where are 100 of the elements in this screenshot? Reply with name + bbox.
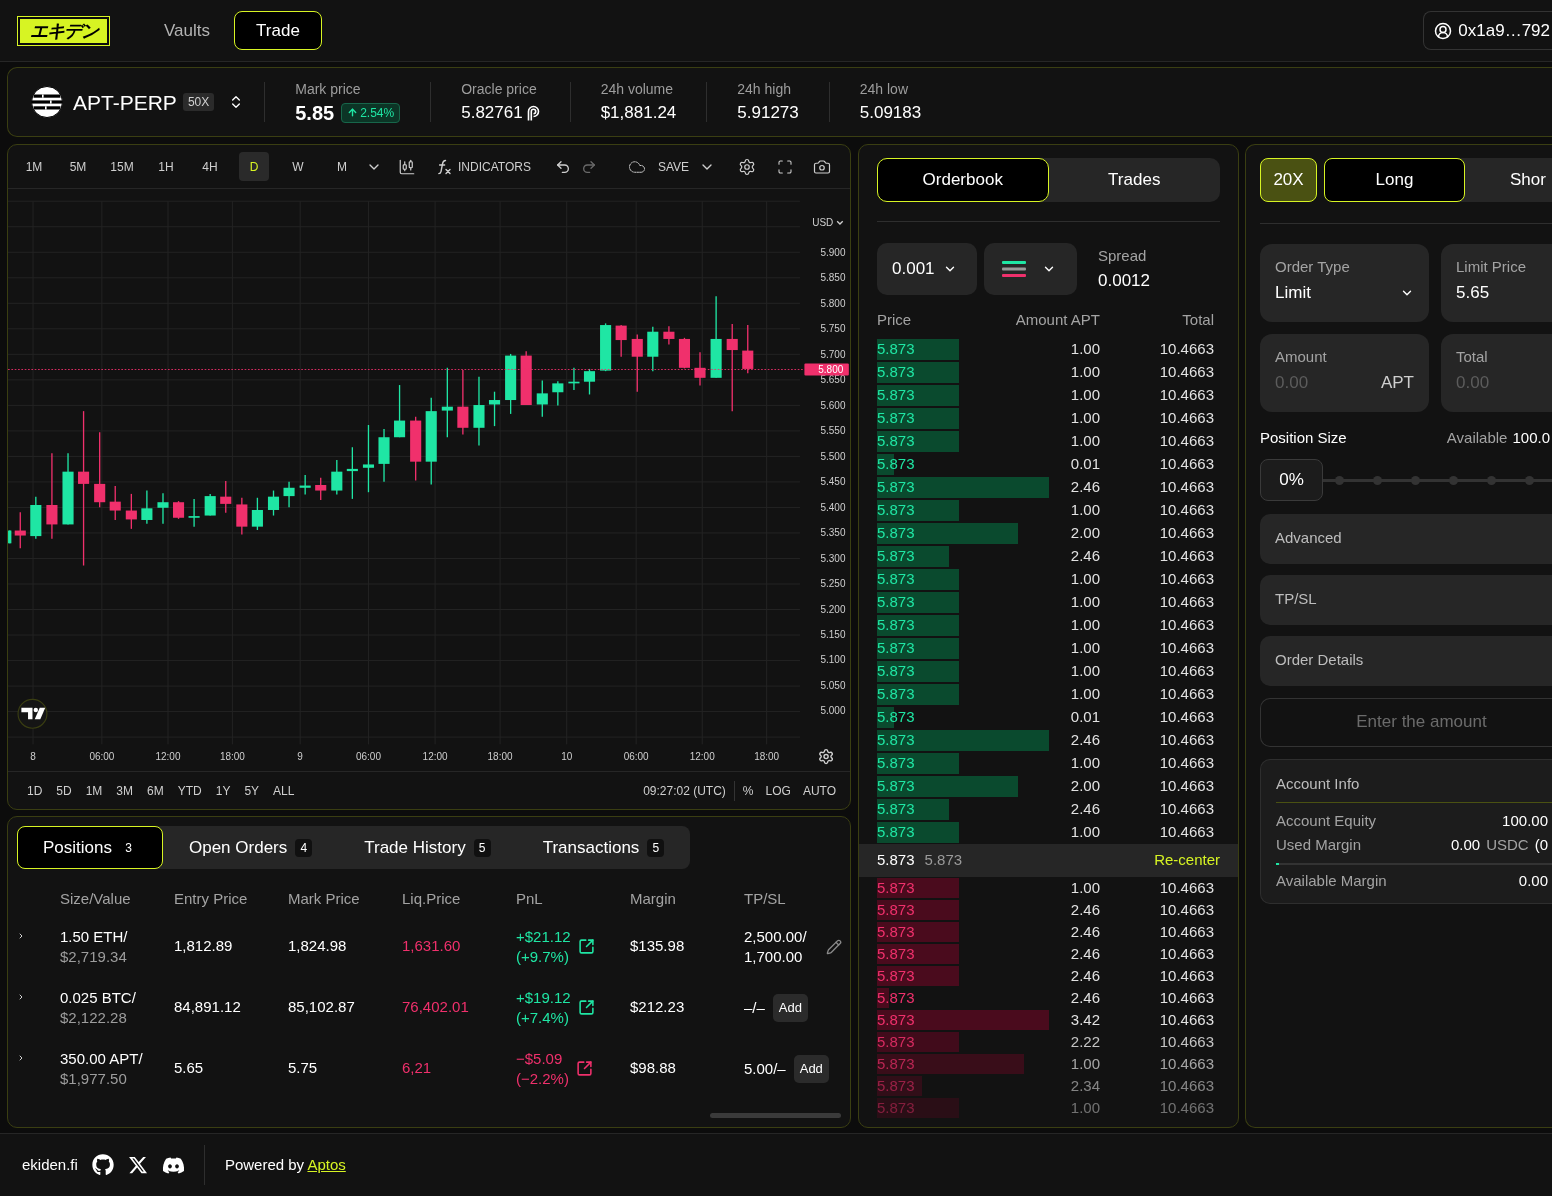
chart-logo-icon[interactable] <box>17 698 48 729</box>
orderbook-row[interactable]: 5.873 1.00 10.4663 <box>877 614 1220 637</box>
orderbook-row[interactable]: 5.873 2.00 10.4663 <box>877 775 1220 798</box>
orderbook-row[interactable]: 5.873 2.46 10.4663 <box>877 921 1220 943</box>
logo[interactable]: エキデン <box>18 16 109 45</box>
share-icon[interactable] <box>575 1060 593 1077</box>
range-button[interactable]: 1M <box>81 781 107 800</box>
range-button[interactable]: 5Y <box>240 781 264 800</box>
orderbook-row[interactable]: 5.873 2.46 10.4663 <box>877 899 1220 921</box>
undo-icon[interactable] <box>554 158 571 175</box>
orderbook-tab[interactable]: Orderbook <box>877 158 1049 202</box>
orderbook-row[interactable]: 5.873 2.46 10.4663 <box>877 943 1220 965</box>
positions-tab[interactable]: Transactions 5 <box>516 826 691 869</box>
scrollbar-thumb[interactable] <box>710 1113 841 1118</box>
orderbook-row[interactable]: 5.873 1.00 10.4663 <box>877 407 1220 430</box>
orderbook-row[interactable]: 5.873 2.46 10.4663 <box>877 965 1220 987</box>
nav-link[interactable]: Trade <box>234 11 322 50</box>
add-button[interactable]: Add <box>793 1054 829 1083</box>
orderbook-tab[interactable]: Trades <box>1048 158 1220 202</box>
scale-option[interactable]: LOG <box>765 781 791 800</box>
orderbook-row[interactable]: 5.873 1.00 10.4663 <box>877 361 1220 384</box>
scale-option[interactable]: % <box>742 781 754 800</box>
slider-thumb[interactable]: 0% <box>1260 458 1323 501</box>
settings-icon[interactable] <box>738 157 757 176</box>
interval-button[interactable]: W <box>283 152 313 181</box>
x-logo-icon[interactable] <box>127 1155 148 1175</box>
nav-link[interactable]: Vaults <box>143 11 231 50</box>
positions-tab[interactable]: Open Orders 4 <box>163 826 339 869</box>
orderbook-row[interactable]: 5.873 1.00 10.4663 <box>877 338 1220 361</box>
orderbook-row[interactable]: 5.873 1.00 10.4663 <box>877 591 1220 614</box>
orderbook-row[interactable]: 5.873 2.22 10.4663 <box>877 1031 1220 1053</box>
edit-icon[interactable] <box>826 938 842 955</box>
orderbook-row[interactable]: 5.873 1.00 10.4663 <box>877 1097 1220 1119</box>
interval-button[interactable]: 4H <box>195 152 225 181</box>
orderbook-row[interactable]: 5.873 1.00 10.4663 <box>877 660 1220 683</box>
orderbook-row[interactable]: 5.873 3.42 10.4663 <box>877 1009 1220 1031</box>
orderbook-row[interactable]: 5.873 2.46 10.4663 <box>877 545 1220 568</box>
positions-tab[interactable]: Positions 3 <box>17 826 163 869</box>
range-button[interactable]: YTD <box>173 781 206 800</box>
order-type-select[interactable]: Order Type Limit <box>1260 244 1429 322</box>
range-button[interactable]: 6M <box>143 781 168 800</box>
orderbook-row[interactable]: 5.873 1.00 10.4663 <box>877 499 1220 522</box>
orderbook-row[interactable]: 5.873 1.00 10.4663 <box>877 1053 1220 1075</box>
collapsible-section[interactable]: TP/SL <box>1260 574 1552 625</box>
interval-button[interactable]: 1H <box>151 152 181 181</box>
orderbook-row[interactable]: 5.873 0.01 10.4663 <box>877 453 1220 476</box>
interval-button[interactable]: M <box>327 152 357 181</box>
positions-tab[interactable]: Trade History 5 <box>338 826 517 869</box>
aptos-link[interactable]: Aptos <box>307 1155 346 1173</box>
site-name[interactable]: ekiden.fi <box>22 1153 78 1177</box>
orderbook-row[interactable]: 5.873 1.00 10.4663 <box>877 752 1220 775</box>
collapsible-section[interactable]: Order Details <box>1260 635 1552 686</box>
scale-option[interactable]: AUTO <box>802 781 836 800</box>
text-input[interactable]: 5.65 <box>1456 282 1552 304</box>
interval-button[interactable]: D <box>239 152 269 181</box>
indicators-button[interactable]: INDICATORS <box>436 157 531 176</box>
orderbook-row[interactable]: 5.873 2.46 10.4663 <box>877 476 1220 499</box>
orderbook-row[interactable]: 5.873 1.00 10.4663 <box>877 683 1220 706</box>
orderbook-row[interactable]: 5.873 2.46 10.4663 <box>877 987 1220 1009</box>
account-button[interactable]: 0x1a9…792 <box>1423 11 1552 50</box>
interval-button[interactable]: 5M <box>63 152 93 181</box>
orderbook-row[interactable]: 5.873 1.00 10.4663 <box>877 637 1220 660</box>
orderbook-row[interactable]: 5.873 1.00 10.4663 <box>877 821 1220 844</box>
range-button[interactable]: 1D <box>23 781 47 800</box>
settings-icon[interactable] <box>819 749 833 764</box>
orderbook-row[interactable]: 5.873 2.34 10.4663 <box>877 1075 1220 1097</box>
orderbook-row[interactable]: 5.873 1.00 10.4663 <box>877 568 1220 591</box>
book-view-select[interactable] <box>984 243 1077 295</box>
orderbook-row[interactable]: 5.873 1.00 10.4663 <box>877 877 1220 899</box>
orderbook-row[interactable]: 5.873 2.46 10.4663 <box>877 798 1220 821</box>
share-icon[interactable] <box>577 999 595 1016</box>
side-tab[interactable]: Shor <box>1465 158 1552 202</box>
recenter-button[interactable]: Re-center <box>1154 849 1220 872</box>
orderbook-row[interactable]: 5.873 1.00 10.4663 <box>877 430 1220 453</box>
position-size-slider[interactable]: 0% <box>1260 458 1552 501</box>
chevron-down-icon[interactable] <box>836 220 844 225</box>
interval-button[interactable]: 1M <box>19 152 49 181</box>
camera-icon[interactable] <box>813 157 832 176</box>
fullscreen-icon[interactable] <box>777 158 794 175</box>
orderbook-row[interactable]: 5.873 0.01 10.4663 <box>877 706 1220 729</box>
range-button[interactable]: 1Y <box>211 781 235 800</box>
orderbook-row[interactable]: 5.873 2.00 10.4663 <box>877 522 1220 545</box>
orderbook-row[interactable]: 5.873 1.00 10.4663 <box>877 384 1220 407</box>
leverage-button[interactable]: 20X <box>1260 158 1317 202</box>
redo-icon[interactable] <box>580 158 597 175</box>
orderbook-row[interactable]: 5.873 2.46 10.4663 <box>877 729 1220 752</box>
range-button[interactable]: ALL <box>269 781 299 800</box>
market-symbol[interactable]: APT-PERP <box>73 91 177 113</box>
add-button[interactable]: Add <box>772 993 808 1022</box>
save-button[interactable]: SAVE <box>624 157 690 176</box>
side-tab[interactable]: Long <box>1324 158 1465 202</box>
tick-size-select[interactable]: 0.001 <box>877 243 977 295</box>
github-icon[interactable] <box>91 1154 114 1176</box>
range-button[interactable]: 5D <box>52 781 76 800</box>
range-button[interactable]: 3M <box>112 781 138 800</box>
candlestick-icon[interactable] <box>398 157 416 176</box>
collapsible-section[interactable]: Advanced <box>1260 513 1552 564</box>
currency-selector[interactable]: USD <box>812 217 834 229</box>
interval-button[interactable]: 15M <box>107 152 137 181</box>
share-icon[interactable] <box>577 938 595 955</box>
